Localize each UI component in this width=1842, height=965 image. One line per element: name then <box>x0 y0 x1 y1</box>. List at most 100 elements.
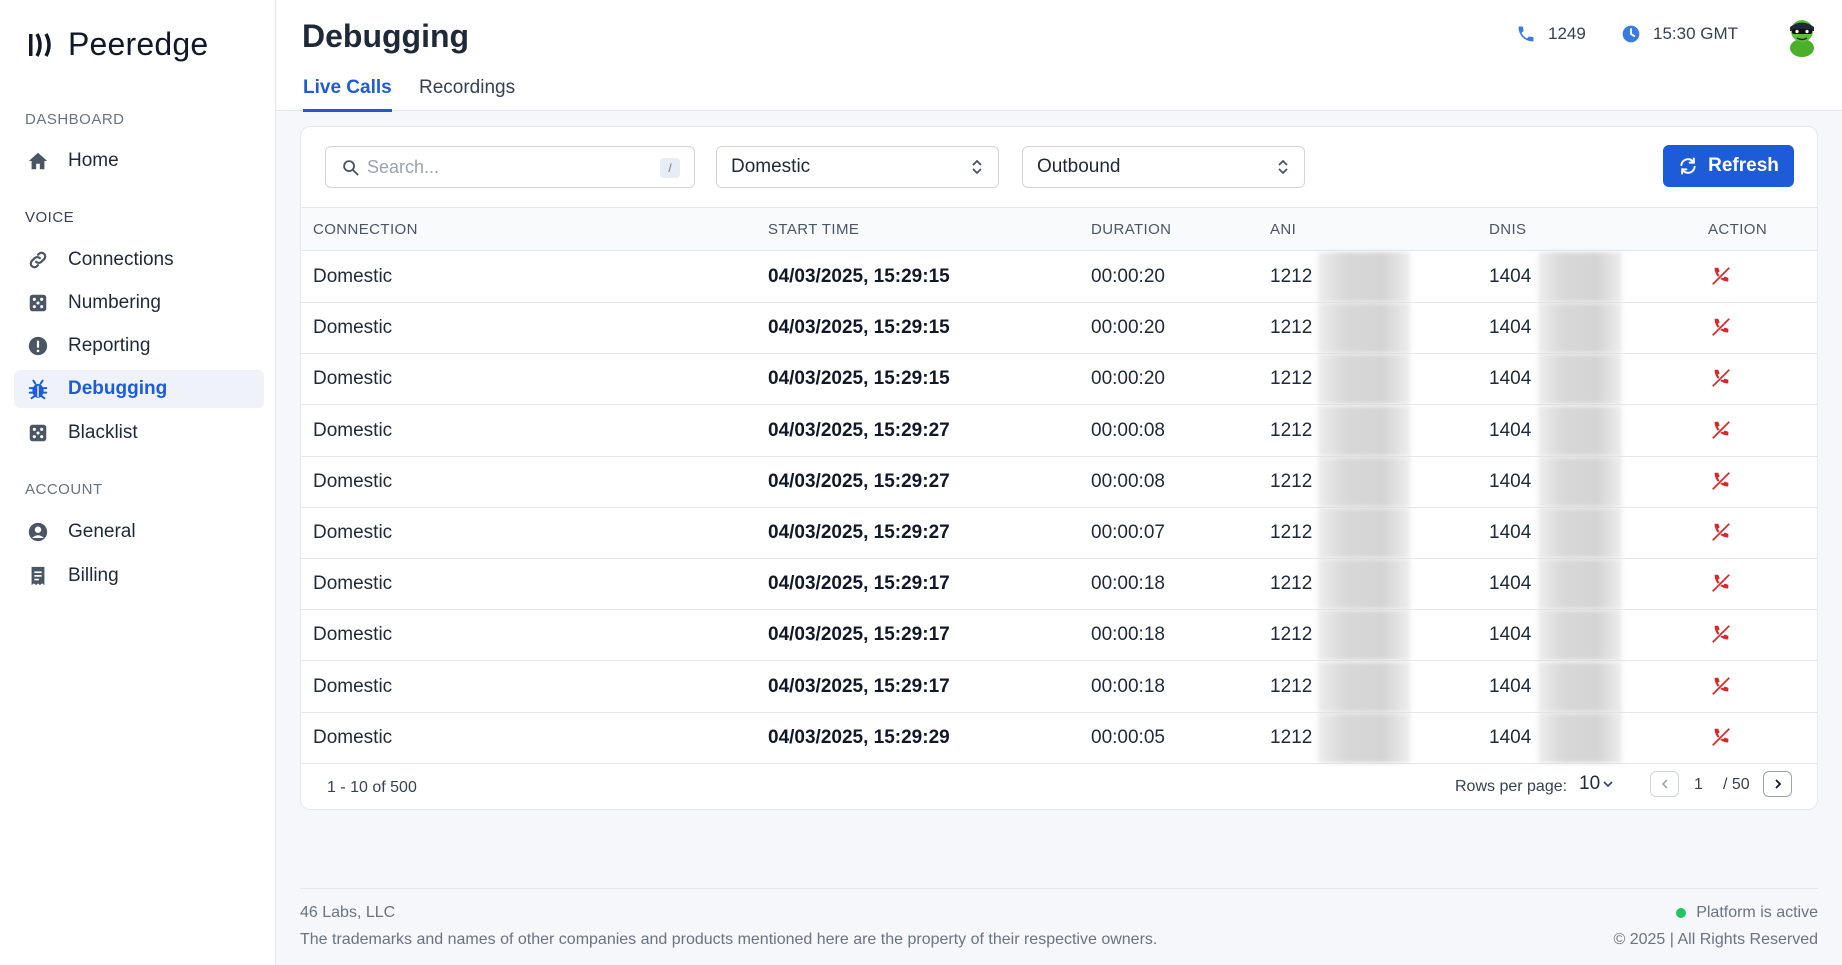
avatar[interactable] <box>1780 14 1824 58</box>
search-icon <box>343 159 359 176</box>
link-icon <box>26 248 50 272</box>
hangup-call-icon[interactable] <box>1710 623 1732 645</box>
hangup-call-icon[interactable] <box>1710 572 1732 594</box>
alert-icon <box>26 334 50 358</box>
sidebar-item-label: Connections <box>68 249 174 270</box>
column-header-duration[interactable]: DURATION <box>1091 221 1171 238</box>
page-title: Debugging <box>302 18 470 54</box>
cell-ani: 1212 <box>1270 573 1313 595</box>
cell-duration: 00:00:18 <box>1091 675 1165 697</box>
redacted-dnis-block <box>1538 712 1622 763</box>
cell-start-time: 04/03/2025, 15:29:27 <box>768 522 950 543</box>
cell-connection: Domestic <box>313 368 393 390</box>
redacted-dnis-block <box>1538 303 1622 354</box>
footer-divider <box>300 888 1818 889</box>
redacted-dnis-block <box>1538 354 1622 405</box>
cell-connection: Domestic <box>313 573 393 595</box>
active-calls-counter: 1249 <box>1516 24 1586 44</box>
sidebar-item-label: Home <box>68 150 119 171</box>
column-header-action: ACTION <box>1708 221 1768 238</box>
cell-start-time: 04/03/2025, 15:29:17 <box>768 675 950 697</box>
brand-logo[interactable]: Peeredge <box>28 26 208 63</box>
hangup-call-icon[interactable] <box>1710 726 1732 748</box>
tab-recordings[interactable]: Recordings <box>419 77 515 109</box>
cell-duration: 00:00:07 <box>1091 522 1165 543</box>
column-header-start-time[interactable]: START TIME <box>768 221 859 238</box>
sidebar: Peeredge DASHBOARD Home VOICE Connection… <box>0 0 276 965</box>
connection-type-value: Domestic <box>731 156 811 177</box>
redacted-ani-block <box>1318 610 1410 661</box>
pagination-summary: 1 - 10 of 500 <box>327 779 417 796</box>
hangup-call-icon[interactable] <box>1710 367 1732 389</box>
cell-ani: 1212 <box>1270 419 1313 441</box>
cell-dnis: 1404 <box>1489 419 1532 441</box>
platform-status-text: Platform is active <box>1696 904 1818 921</box>
sidebar-item-reporting[interactable]: Reporting <box>14 327 264 365</box>
sidebar-item-connections[interactable]: Connections <box>14 241 264 279</box>
hangup-call-icon[interactable] <box>1710 316 1732 338</box>
sidebar-item-blacklist[interactable]: Blacklist <box>14 414 264 452</box>
hangup-call-icon[interactable] <box>1710 675 1732 697</box>
sidebar-item-numbering[interactable]: Numbering <box>14 284 264 322</box>
home-icon <box>26 149 50 173</box>
cell-duration: 00:00:08 <box>1091 470 1165 492</box>
next-page-button[interactable] <box>1763 771 1792 797</box>
chevron-left-icon <box>1661 779 1668 789</box>
hangup-call-icon[interactable] <box>1710 521 1732 543</box>
table-row: Domestic 04/03/2025, 15:29:27 00:00:08 1212… <box>301 456 1817 508</box>
cell-dnis: 1404 <box>1489 317 1532 339</box>
sidebar-item-home[interactable]: Home <box>14 142 264 180</box>
direction-value: Outbound <box>1037 156 1121 177</box>
table-header: CONNECTION START TIME DURATION ANI DNIS … <box>301 207 1817 251</box>
cell-connection: Domestic <box>313 675 393 697</box>
redacted-dnis-block <box>1538 661 1622 712</box>
platform-status: Platform is active <box>1676 904 1818 922</box>
cell-ani: 1212 <box>1270 470 1313 492</box>
table-row: Domestic 04/03/2025, 15:29:17 00:00:18 1212… <box>301 610 1817 662</box>
search-input[interactable] <box>367 156 647 178</box>
column-header-ani[interactable]: ANI <box>1270 221 1296 238</box>
cell-ani: 1212 <box>1270 368 1313 390</box>
sidebar-item-label: Debugging <box>68 378 168 399</box>
refresh-button[interactable]: Refresh <box>1663 145 1794 187</box>
cell-ani: 1212 <box>1270 266 1313 287</box>
tab-live-calls[interactable]: Live Calls <box>303 77 392 112</box>
redacted-dnis-block <box>1538 508 1622 558</box>
direction-select[interactable]: Outbound <box>1022 146 1305 188</box>
search-box[interactable]: / <box>325 146 695 188</box>
cell-duration: 00:00:18 <box>1091 573 1165 595</box>
cell-ani: 1212 <box>1270 675 1313 697</box>
top-header: Debugging Live Calls Recordings 1249 15:… <box>276 0 1842 112</box>
rows-per-page-select[interactable]: 10 <box>1579 773 1614 795</box>
sidebar-item-billing[interactable]: Billing <box>14 557 264 595</box>
active-calls-count: 1249 <box>1548 24 1586 43</box>
table-row: Domestic 04/03/2025, 15:29:27 00:00:08 1212… <box>301 405 1817 457</box>
sidebar-item-label: Numbering <box>68 292 161 313</box>
cell-dnis: 1404 <box>1489 522 1532 543</box>
redacted-ani-block <box>1318 712 1410 763</box>
chevron-up-down-icon <box>972 159 982 175</box>
cell-dnis: 1404 <box>1489 573 1532 595</box>
connection-type-select[interactable]: Domestic <box>716 146 999 188</box>
hangup-call-icon[interactable] <box>1710 265 1732 287</box>
column-header-connection[interactable]: CONNECTION <box>313 221 418 238</box>
cell-duration: 00:00:20 <box>1091 368 1165 390</box>
hangup-call-icon[interactable] <box>1710 470 1732 492</box>
cell-ani: 1212 <box>1270 522 1313 543</box>
table-row: Domestic 04/03/2025, 15:29:17 00:00:18 1212… <box>301 661 1817 713</box>
prev-page-button[interactable] <box>1650 771 1679 797</box>
server-clock: 15:30 GMT <box>1621 24 1738 44</box>
table-row: Domestic 04/03/2025, 15:29:15 00:00:20 1212… <box>301 252 1817 303</box>
section-label-account: ACCOUNT <box>25 481 103 498</box>
chevron-up-down-icon <box>1278 159 1288 175</box>
cell-dnis: 1404 <box>1489 675 1532 697</box>
cell-duration: 00:00:05 <box>1091 726 1165 748</box>
cell-start-time: 04/03/2025, 15:29:15 <box>768 317 950 339</box>
sidebar-item-general[interactable]: General <box>14 513 264 551</box>
cell-dnis: 1404 <box>1489 624 1532 646</box>
redacted-dnis-block <box>1538 559 1622 610</box>
redacted-ani-block <box>1318 456 1410 507</box>
hangup-call-icon[interactable] <box>1710 419 1732 441</box>
cell-dnis: 1404 <box>1489 266 1532 287</box>
sidebar-item-debugging[interactable]: Debugging <box>14 370 264 408</box>
